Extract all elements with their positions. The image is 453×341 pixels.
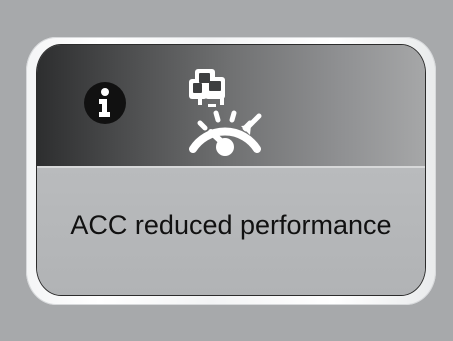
icon-panel — [37, 45, 425, 166]
warning-display-screen: ACC reduced performance — [37, 45, 425, 295]
info-icon — [84, 82, 126, 124]
message-panel: ACC reduced performance — [37, 168, 425, 295]
adaptive-cruise-control-icon — [189, 69, 262, 156]
warning-display-frame: ACC reduced performance — [26, 37, 436, 305]
warning-message: ACC reduced performance — [70, 210, 392, 240]
